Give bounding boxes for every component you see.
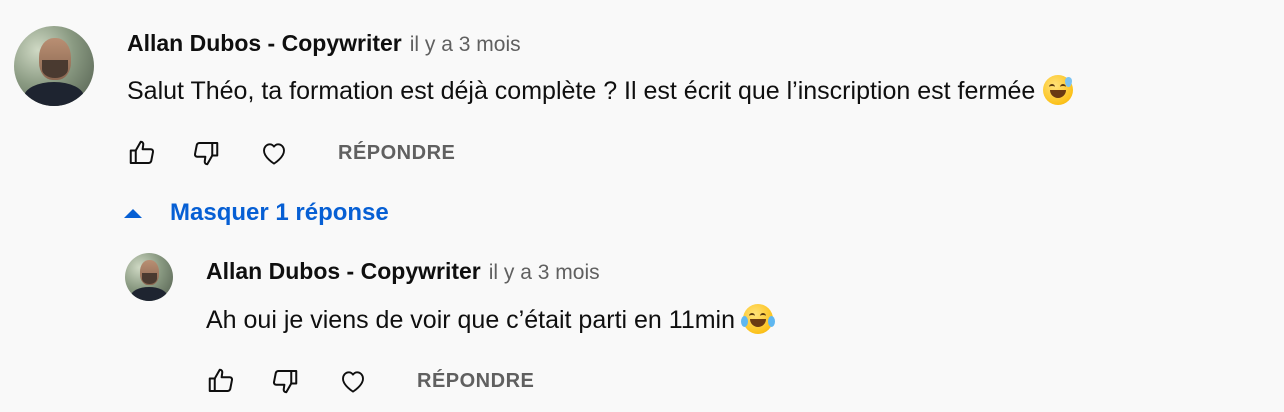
reply-button[interactable]: RÉPONDRE: [338, 142, 455, 165]
reply-actions: RÉPONDRE: [203, 363, 534, 399]
heart-icon[interactable]: [335, 363, 371, 399]
reply-author-name[interactable]: Allan Dubos - Copywriter: [206, 258, 481, 284]
reply-avatar[interactable]: [125, 253, 173, 301]
hide-replies-label: Masquer 1 réponse: [170, 199, 389, 226]
reply-timestamp[interactable]: il y a 3 mois: [489, 261, 600, 284]
thumbs-up-icon[interactable]: [124, 135, 160, 171]
comment-actions: RÉPONDRE: [124, 135, 455, 171]
tears-of-joy-emoji: [741, 304, 776, 334]
thumbs-up-icon[interactable]: [203, 363, 239, 399]
reply-body: Ah oui je viens de voir que c’était part…: [206, 306, 736, 334]
thumbs-down-icon[interactable]: [267, 363, 303, 399]
author-name[interactable]: Allan Dubos - Copywriter: [127, 30, 402, 56]
comment-timestamp[interactable]: il y a 3 mois: [410, 33, 521, 56]
comment-body: Salut Théo, ta formation est déjà complè…: [127, 77, 1036, 105]
comment-header: Allan Dubos - Copywriter il y a 3 mois: [127, 30, 521, 57]
thumbs-down-icon[interactable]: [188, 135, 224, 171]
avatar[interactable]: [14, 26, 94, 106]
caret-up-icon: [124, 208, 142, 218]
hide-replies-button[interactable]: Masquer 1 réponse: [124, 199, 389, 227]
reply-button[interactable]: RÉPONDRE: [417, 370, 534, 393]
reply-text: Ah oui je viens de voir que c’était part…: [206, 304, 776, 335]
comment-thread: Allan Dubos - Copywriter il y a 3 mois Sa…: [0, 0, 1284, 412]
heart-icon[interactable]: [256, 135, 292, 171]
reply-header: Allan Dubos - Copywriter il y a 3 mois: [206, 258, 600, 285]
comment-text: Salut Théo, ta formation est déjà complè…: [127, 75, 1074, 106]
sweat-smile-emoji: [1043, 75, 1074, 105]
